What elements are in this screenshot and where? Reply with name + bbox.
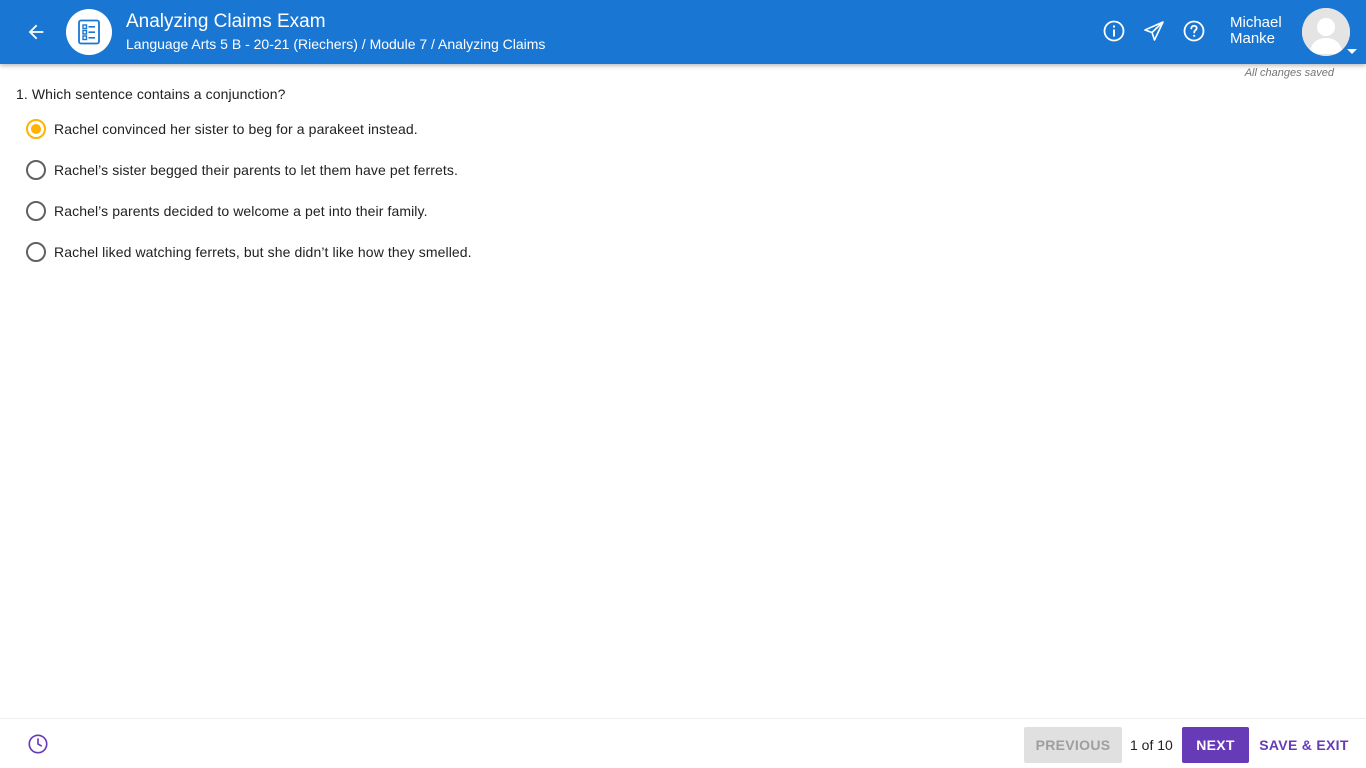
chevron-down-icon[interactable] xyxy=(1347,49,1357,54)
title-block: Analyzing Claims Exam Language Arts 5 B … xyxy=(126,11,545,53)
avatar[interactable] xyxy=(1302,8,1350,56)
answer-option-4[interactable]: Rachel liked watching ferrets, but she d… xyxy=(24,240,472,264)
send-icon[interactable] xyxy=(1141,18,1167,44)
back-arrow-icon[interactable] xyxy=(16,12,56,52)
user-last-name: Manke xyxy=(1230,30,1276,47)
answer-option-label: Rachel convinced her sister to beg for a… xyxy=(54,121,418,137)
help-icon[interactable] xyxy=(1181,18,1207,44)
save-status: All changes saved xyxy=(1244,67,1334,79)
footer-bar: PREVIOUS 1 of 10 NEXT SAVE & EXIT xyxy=(0,718,1366,768)
answer-option-3[interactable]: Rachel’s parents decided to welcome a pe… xyxy=(24,199,428,223)
previous-button[interactable]: PREVIOUS xyxy=(1024,727,1122,763)
checklist-icon xyxy=(66,9,112,55)
breadcrumb: Language Arts 5 B - 20-21 (Riechers) / M… xyxy=(126,35,545,53)
clock-icon[interactable] xyxy=(26,732,50,756)
user-first-name: Michael xyxy=(1230,14,1282,31)
breadcrumb-text[interactable]: Language Arts 5 B - 20-21 (Riechers) / M… xyxy=(126,36,545,52)
user-name[interactable]: Michael Manke xyxy=(1230,15,1282,47)
answer-option-2[interactable]: Rachel’s sister begged their parents to … xyxy=(24,158,458,182)
radio-button[interactable] xyxy=(26,242,46,262)
question-text: 1. Which sentence contains a conjunction… xyxy=(16,86,286,102)
app-header: Analyzing Claims Exam Language Arts 5 B … xyxy=(0,0,1366,64)
answer-option-1[interactable]: Rachel convinced her sister to beg for a… xyxy=(24,117,418,141)
radio-button[interactable] xyxy=(26,160,46,180)
answer-option-label: Rachel’s parents decided to welcome a pe… xyxy=(54,203,428,219)
answer-option-label: Rachel’s sister begged their parents to … xyxy=(54,162,458,178)
answer-option-label: Rachel liked watching ferrets, but she d… xyxy=(54,244,472,260)
save-and-exit-button[interactable]: SAVE & EXIT xyxy=(1258,727,1350,763)
next-button[interactable]: NEXT xyxy=(1182,727,1249,763)
page-indicator: 1 of 10 xyxy=(1130,737,1173,753)
page-title: Analyzing Claims Exam xyxy=(126,11,326,32)
radio-button-selected[interactable] xyxy=(26,119,46,139)
radio-button[interactable] xyxy=(26,201,46,221)
info-icon[interactable] xyxy=(1101,18,1127,44)
